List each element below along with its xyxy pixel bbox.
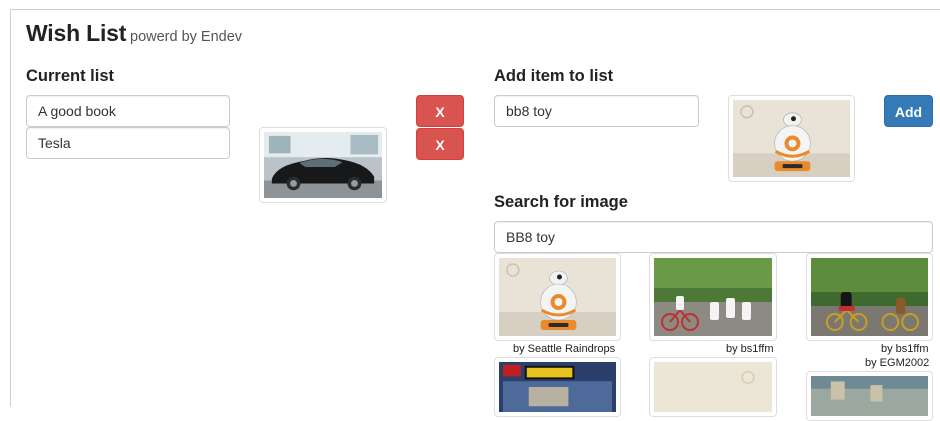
search-result-image[interactable] [494,253,621,341]
panel-left-border [10,9,11,407]
search-result-image[interactable] [649,253,777,341]
search-result-credit: by EGM2002 [865,357,930,369]
panel-top-border [10,9,940,10]
search-result-image[interactable] [649,357,777,417]
current-list-heading: Current list [26,67,115,85]
search-result-credit: by Seattle Raindrops [513,343,616,355]
search-result-image[interactable] [806,371,933,421]
add-button[interactable]: Add [884,95,933,127]
list-item-input[interactable]: Tesla [26,127,230,159]
search-result-credit: by bs1ffm [881,343,929,355]
search-result-credit: by bs1ffm [726,343,774,355]
page-subtitle: powerd by Endev [130,29,243,45]
page-title: Wish List [26,20,127,46]
remove-item-button[interactable]: X [416,95,464,127]
add-item-heading: Add item to list [494,67,614,85]
tesla-car-image [259,127,387,203]
selected-bb8-image [728,95,855,182]
search-heading: Search for image [494,193,628,211]
search-input[interactable]: BB8 toy [494,221,933,253]
search-result-image[interactable] [806,253,933,341]
list-item-input[interactable]: A good book [26,95,230,127]
remove-item-button[interactable]: X [416,128,464,160]
add-item-input[interactable]: bb8 toy [494,95,699,127]
search-result-image[interactable] [494,357,621,417]
